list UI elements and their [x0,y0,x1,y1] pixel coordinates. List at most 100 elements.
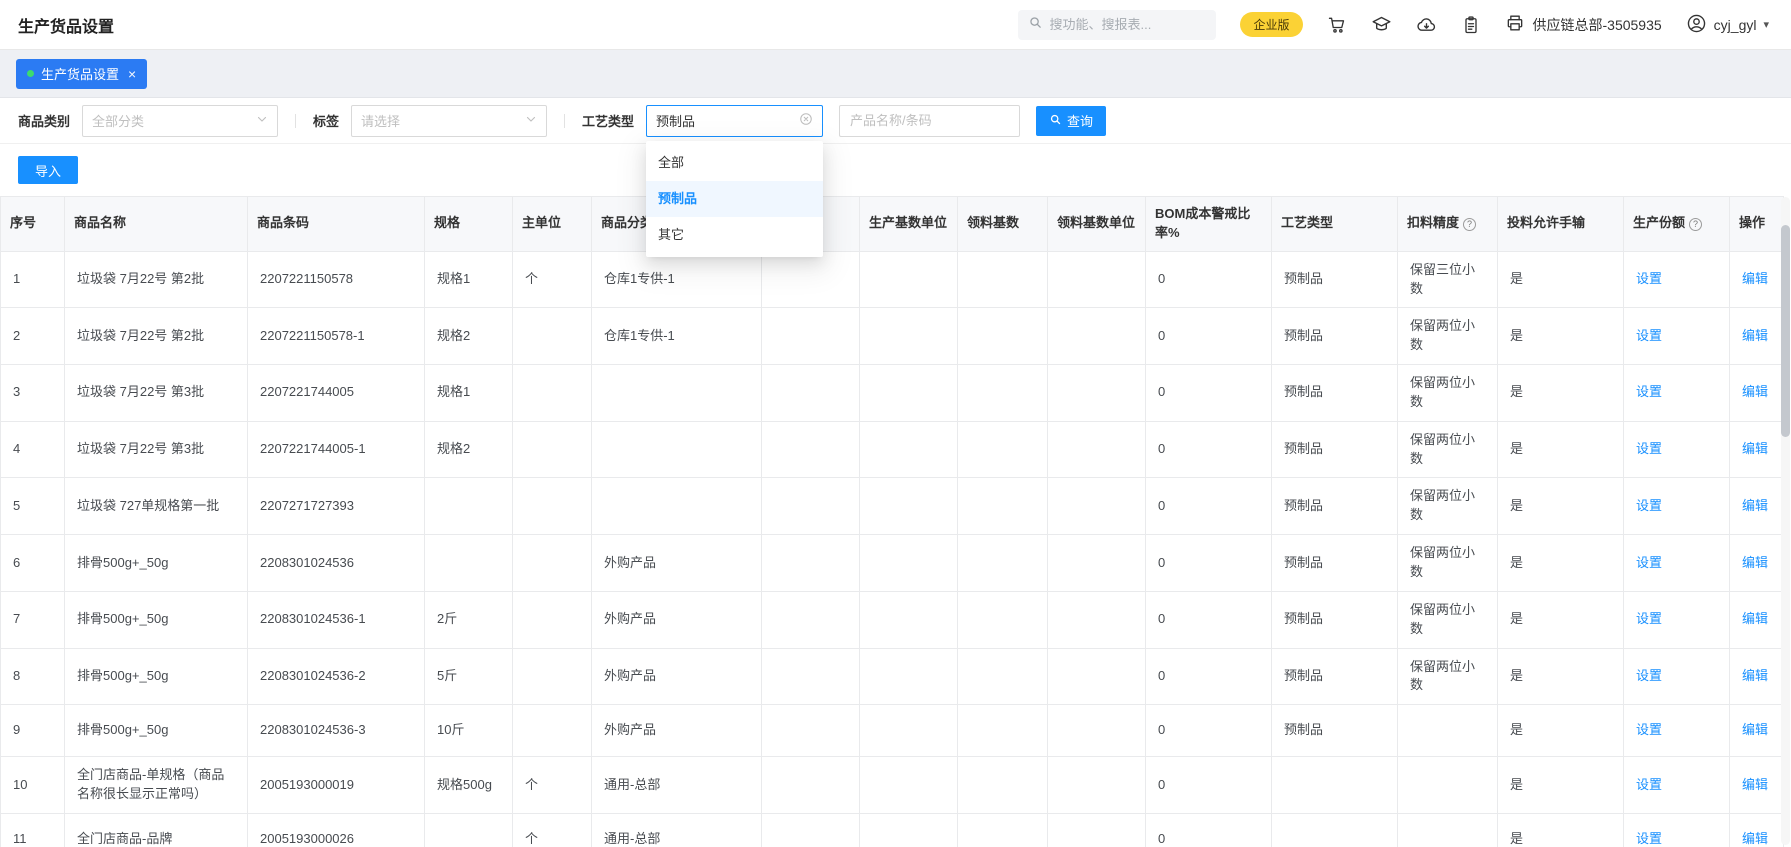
table-row: 11 全门店商品-品牌 2005193000026 个通用-总部 0 是设置 编辑 [0,812,1784,847]
table-cell: 规格1 [424,250,513,309]
edit-link[interactable]: 编辑 [1742,271,1768,286]
topbar-right: 企业版 供应链总部-3505935 cyj_gyl ▾ [1018,9,1769,40]
table-row: 2 垃圾袋 7月22号 第2批 2207221150578-1 规格2 仓库1专供-1 0… [0,307,1784,366]
vertical-scrollbar-thumb[interactable] [1781,225,1790,437]
column-header: 商品条码 [247,196,425,252]
edit-link[interactable]: 编辑 [1742,668,1768,683]
table-cell [512,647,592,706]
edit-link[interactable]: 编辑 [1742,777,1768,792]
edit-link[interactable]: 编辑 [1742,722,1768,737]
table-cell [512,307,592,366]
share-settings-link[interactable]: 设置 [1636,384,1662,399]
share-settings-link[interactable]: 设置 [1636,777,1662,792]
edit-link[interactable]: 编辑 [1742,498,1768,513]
chevron-down-icon [256,113,268,128]
page-title: 生产货品设置 [18,18,115,36]
clear-icon[interactable] [799,112,813,129]
help-icon[interactable]: ? [1689,218,1703,232]
table-cell [957,307,1048,366]
filter-divider [564,113,566,128]
table-row: 3 垃圾袋 7月22号 第3批 2207221744005 规格1 0 预制品 保留两位小数… [0,364,1784,422]
category-select-placeholder: 全部分类 [92,114,145,129]
table-cell [512,477,592,536]
tag-select[interactable]: 请选择 [351,104,548,137]
product-search-input[interactable] [839,104,1021,137]
printer-icon [1505,13,1525,36]
table-cell [1047,756,1146,814]
tab-production-goods-settings[interactable]: 生产货品设置 × [16,58,148,89]
products-table: 序号商品名称商品条码规格主单位商品分类生产基数生产基数单位领料基数领料基数单位B… [0,196,1784,847]
table-cell: 垃圾袋 7月22号 第3批 [64,364,248,422]
table-cell: 9 [0,704,65,758]
table-cell: 外购产品 [591,647,762,706]
cart-icon[interactable] [1327,15,1347,35]
share-settings-link[interactable]: 设置 [1636,611,1662,626]
share-settings-link[interactable]: 设置 [1636,498,1662,513]
table-cell: 预制品 [1271,704,1398,758]
table-cell: 是 [1497,250,1624,309]
column-header: 领料基数 [957,196,1048,252]
table-cell: 是 [1497,307,1624,366]
edit-link[interactable]: 编辑 [1742,611,1768,626]
share-settings-link[interactable]: 设置 [1636,831,1662,846]
table-cell [957,534,1048,592]
edit-link[interactable]: 编辑 [1742,328,1768,343]
global-search[interactable] [1018,9,1217,40]
table-cell: 0 [1145,477,1272,536]
table-cell: 2005193000026 [247,812,425,847]
global-search-input[interactable] [1049,17,1205,32]
share-settings-link[interactable]: 设置 [1636,668,1662,683]
category-select[interactable]: 全部分类 [82,104,279,137]
share-settings-link[interactable]: 设置 [1636,328,1662,343]
table-cell: 3 [0,364,65,422]
share-settings-link[interactable]: 设置 [1636,441,1662,456]
table-cell [859,704,958,758]
import-button[interactable]: 导入 [18,156,79,184]
table-cell [512,364,592,422]
query-button-label: 查询 [1067,114,1094,129]
help-icon[interactable]: ? [1463,218,1477,232]
edit-link[interactable]: 编辑 [1742,831,1768,846]
graduation-cap-icon[interactable] [1371,14,1392,35]
filter-bar: 商品类别 全部分类 标签 请选择 工艺类型 预制品 全部预制品其它 查询 [0,98,1791,257]
table-cell: 全门店商品-品牌 [64,812,248,847]
table-cell [957,364,1048,422]
clipboard-icon[interactable] [1461,15,1481,35]
enterprise-version-badge[interactable]: 企业版 [1240,12,1303,37]
share-settings-link[interactable]: 设置 [1636,271,1662,286]
edit-link[interactable]: 编辑 [1742,555,1768,570]
dropdown-option[interactable]: 其它 [646,217,823,253]
table-cell [859,307,958,366]
dropdown-option[interactable]: 预制品 [646,180,824,217]
edit-link[interactable]: 编辑 [1742,384,1768,399]
share-settings-link[interactable]: 设置 [1636,722,1662,737]
table-cell [957,420,1048,479]
table-cell: 保留两位小数 [1397,307,1498,366]
vertical-scrollbar-track [1781,197,1790,845]
table-cell [1047,647,1146,706]
dropdown-option[interactable]: 全部 [646,145,823,181]
table-cell: 保留三位小数 [1397,250,1498,309]
table-cell: 是 [1497,477,1624,536]
table-row: 8 排骨500g+_50g 2208301024536-2 5斤 外购产品 0 预制品 保留两… [0,647,1784,706]
table-cell: 排骨500g+_50g [64,647,248,706]
table-cell: 0 [1145,250,1272,309]
table-cell [761,590,860,649]
org-selector[interactable]: 供应链总部-3505935 [1505,13,1662,36]
table-cell [859,812,958,847]
cloud-download-icon[interactable] [1416,14,1437,35]
edit-link[interactable]: 编辑 [1742,441,1768,456]
table-cell: 编辑 [1729,420,1784,479]
process-type-select[interactable]: 预制品 [646,104,824,137]
user-menu[interactable]: cyj_gyl ▾ [1686,13,1769,37]
tab-close-icon[interactable]: × [128,67,136,81]
table-cell: 是 [1497,590,1624,649]
table-cell [1271,812,1398,847]
table-cell: 设置 [1623,420,1730,479]
query-button[interactable]: 查询 [1036,105,1107,136]
share-settings-link[interactable]: 设置 [1636,555,1662,570]
table-cell: 编辑 [1729,812,1784,847]
column-header: BOM成本警戒比率% [1145,196,1272,252]
table-cell [761,756,860,814]
table-cell: 11 [0,812,65,847]
